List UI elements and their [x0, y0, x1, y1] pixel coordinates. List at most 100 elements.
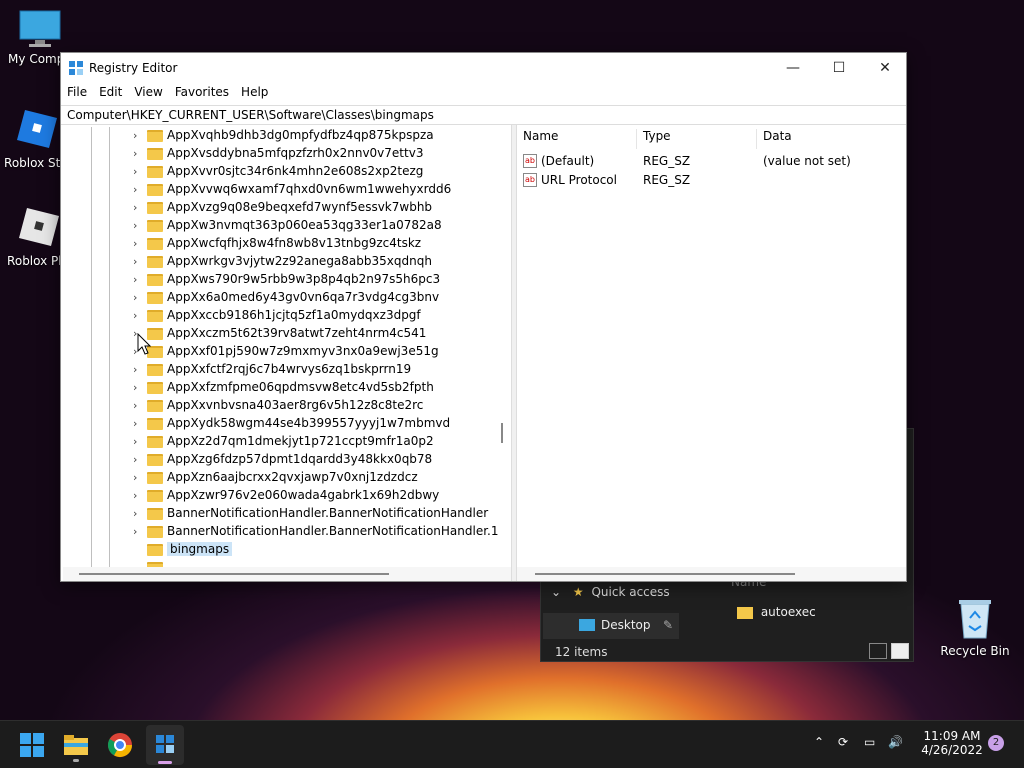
running-indicator: [73, 759, 79, 762]
tree-item-selected[interactable]: bingmaps: [63, 541, 511, 559]
tree-item-label: AppXx6a0med6y43gv0vn6qa7r3vdg4cg3bnv: [167, 290, 440, 304]
desktop-folder-icon: [579, 619, 595, 631]
chevron-right-icon[interactable]: ›: [133, 489, 137, 502]
chevron-right-icon[interactable]: ›: [133, 237, 137, 250]
tree-item[interactable]: › AppXz2d7qm1dmekjyt1p721ccpt9mfr1a0p2: [63, 433, 511, 451]
tree-item[interactable]: › BannerNotificationHandler.BannerNotific…: [63, 523, 511, 541]
details-view-icon[interactable]: [869, 643, 887, 659]
folder-icon: [147, 166, 163, 178]
nav-item-desktop[interactable]: Desktop ✎: [543, 613, 679, 639]
value-row[interactable]: ab URL Protocol REG_SZ: [517, 172, 906, 190]
chevron-right-icon[interactable]: ›: [133, 381, 137, 394]
tree-item[interactable]: › AppXx6a0med6y43gv0vn6qa7r3vdg4cg3bnv: [63, 289, 511, 307]
tree-item-partial[interactable]: [63, 559, 511, 567]
column-header-data[interactable]: Data: [757, 129, 906, 149]
folder-icon: [147, 184, 163, 196]
start-icon[interactable]: [16, 729, 48, 761]
menu-view[interactable]: View: [128, 83, 168, 101]
folder-item-autoexec[interactable]: autoexec: [737, 605, 816, 619]
active-indicator: [158, 761, 172, 764]
title-bar[interactable]: Registry Editor — ☐ ✕: [61, 53, 906, 83]
chevron-right-icon[interactable]: ›: [133, 399, 137, 412]
tree-item[interactable]: › AppXvvwq6wxamf7qhxd0vn6wm1wwehyxrdd6: [63, 181, 511, 199]
close-button[interactable]: ✕: [862, 53, 908, 83]
star-icon: ★: [572, 585, 584, 599]
scrollbar-thumb[interactable]: [79, 573, 389, 575]
tree-item[interactable]: › AppXvzg9q08e9beqxefd7wynf5essvk7wbhb: [63, 199, 511, 217]
tree-item-label: AppXydk58wgm44se4b399557yyyj1w7mbmvd: [167, 416, 451, 430]
chevron-right-icon[interactable]: ›: [133, 363, 137, 376]
chevron-right-icon[interactable]: ›: [133, 525, 137, 538]
chevron-right-icon[interactable]: ›: [133, 309, 137, 322]
tree-item[interactable]: › AppXzg6fdzp57dpmt1dqardd3y48kkx0qb78: [63, 451, 511, 469]
address-bar[interactable]: Computer\HKEY_CURRENT_USER\Software\Clas…: [61, 105, 906, 125]
values-horizontal-scrollbar[interactable]: [517, 567, 906, 581]
column-header-name[interactable]: Name: [517, 129, 637, 149]
desktop-icon-recycle-bin[interactable]: Recycle Bin: [935, 596, 1015, 658]
regedit-icon[interactable]: [146, 725, 184, 765]
menu-edit[interactable]: Edit: [93, 83, 128, 101]
tree-item[interactable]: › AppXxvnbvsna403aer8rg6v5h12z8c8te2rc: [63, 397, 511, 415]
registry-tree[interactable]: › AppXvqhb9dhb3dg0mpfydfbz4qp875kpspza › A…: [63, 127, 511, 567]
tree-item[interactable]: › AppXxf01pj590w7z9mxmyv3nx0a9ewj3e51g: [63, 343, 511, 361]
chevron-right-icon[interactable]: ›: [133, 435, 137, 448]
tree-horizontal-scrollbar[interactable]: [63, 567, 511, 581]
clock[interactable]: 11:09 AM 4/26/2022: [920, 729, 984, 757]
tree-item[interactable]: › AppXvqhb9dhb3dg0mpfydfbz4qp875kpspza: [63, 127, 511, 145]
chevron-right-icon[interactable]: ›: [133, 129, 137, 142]
tree-item[interactable]: › AppXwcfqfhjx8w4fn8wb8v13tnbg9zc4tskz: [63, 235, 511, 253]
minimize-button[interactable]: —: [770, 53, 816, 83]
file-explorer-icon[interactable]: [60, 729, 92, 762]
quick-access-item[interactable]: ⌄ ★ Quick access: [551, 585, 670, 599]
tree-item[interactable]: › AppXxfctf2rqj6c7b4wrvys6zq1bskprrn19: [63, 361, 511, 379]
tree-item-label: AppXws790r9w5rbb9w3p8p4qb2n97s5h6pc3: [167, 272, 441, 286]
tree-item[interactable]: › AppXxccb9186h1jcjtq5zf1a0mydqxz3dpgf: [63, 307, 511, 325]
scrollbar-thumb[interactable]: [535, 573, 795, 575]
notification-badge[interactable]: 2: [988, 735, 1004, 751]
tree-item[interactable]: › AppXxfzmfpme06qpdmsvw8etc4vd5sb2fpth: [63, 379, 511, 397]
chevron-right-icon[interactable]: ›: [133, 291, 137, 304]
folder-icon: [147, 508, 163, 520]
value-row[interactable]: ab (Default) REG_SZ (value not set): [517, 153, 906, 171]
show-hidden-icons[interactable]: ⌃: [814, 735, 824, 749]
registry-editor-window[interactable]: Registry Editor — ☐ ✕ File Edit View Favori…: [60, 52, 907, 582]
values-pane[interactable]: Name Type Data ab (Default) REG_SZ (valu…: [517, 125, 906, 565]
preview-view-icon[interactable]: [891, 643, 909, 659]
tree-item[interactable]: › AppXvsddybna5mfqpzfzrh0x2nnv0v7ettv3: [63, 145, 511, 163]
chevron-right-icon[interactable]: ›: [133, 183, 137, 196]
tree-item[interactable]: › AppXzn6aajbcrxx2qvxjawp7v0xnj1zdzdcz: [63, 469, 511, 487]
column-header-type[interactable]: Type: [637, 129, 757, 149]
menu-help[interactable]: Help: [235, 83, 274, 101]
chrome-icon[interactable]: [104, 729, 136, 761]
chevron-right-icon[interactable]: ›: [133, 507, 137, 520]
tree-scrollbar-thumb[interactable]: [501, 423, 503, 443]
tree-item[interactable]: › AppXwrkgv3vjytw2z92anega8abb35xqdnqh: [63, 253, 511, 271]
chevron-right-icon[interactable]: ›: [133, 255, 137, 268]
tree-item[interactable]: › AppXvvr0sjtc34r6nk4mhn2e608s2xp2tezg: [63, 163, 511, 181]
chevron-right-icon[interactable]: ›: [133, 201, 137, 214]
chevron-right-icon[interactable]: ›: [133, 453, 137, 466]
folder-icon: [147, 202, 163, 214]
chevron-right-icon[interactable]: ›: [133, 471, 137, 484]
update-icon[interactable]: ⟳: [838, 735, 848, 749]
roblox-studio-icon: [13, 106, 59, 152]
tree-item[interactable]: › BannerNotificationHandler.BannerNotific…: [63, 505, 511, 523]
maximize-button[interactable]: ☐: [816, 53, 862, 83]
menu-file[interactable]: File: [61, 83, 93, 101]
chevron-right-icon[interactable]: ›: [133, 165, 137, 178]
tree-item[interactable]: › AppXxczm5t62t39rv8atwt7zeht4nrm4c541: [63, 325, 511, 343]
chevron-right-icon[interactable]: ›: [133, 219, 137, 232]
tree-item[interactable]: › AppXw3nvmqt363p060ea53qg33er1a0782a8: [63, 217, 511, 235]
tree-item[interactable]: › AppXws790r9w5rbb9w3p8p4qb2n97s5h6pc3: [63, 271, 511, 289]
tree-item-label: AppXxczm5t62t39rv8atwt7zeht4nrm4c541: [167, 326, 427, 340]
chevron-right-icon[interactable]: ›: [133, 273, 137, 286]
menu-favorites[interactable]: Favorites: [169, 83, 235, 101]
tree-item[interactable]: › AppXzwr976v2e060wada4gabrk1x69h2dbwy: [63, 487, 511, 505]
tree-item[interactable]: › AppXydk58wgm44se4b399557yyyj1w7mbmvd: [63, 415, 511, 433]
tree-item-label: AppXzn6aajbcrxx2qvxjawp7v0xnj1zdzdcz: [167, 470, 418, 484]
network-icon[interactable]: ▭: [864, 735, 875, 749]
value-data: (value not set): [763, 154, 851, 168]
volume-icon[interactable]: 🔊: [888, 735, 903, 749]
chevron-right-icon[interactable]: ›: [133, 147, 137, 160]
chevron-right-icon[interactable]: ›: [133, 417, 137, 430]
